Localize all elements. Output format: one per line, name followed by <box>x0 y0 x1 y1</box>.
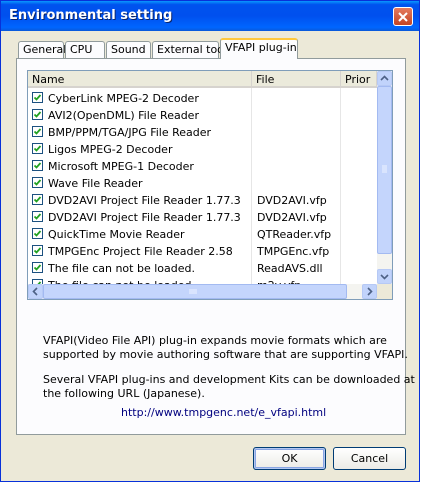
plugin-name: Wave File Reader <box>48 177 143 190</box>
scroll-left-button[interactable] <box>28 284 43 299</box>
chevron-right-icon <box>367 287 373 296</box>
checkmark-icon <box>33 230 42 237</box>
enabled-checkbox[interactable] <box>32 92 43 103</box>
checkmark-icon <box>33 213 42 220</box>
list-item[interactable]: TMPGEnc Project File Reader 2.58 TMPGEnc.… <box>28 243 378 260</box>
description-line: VFAPI(Video File API) plug-in expands mo… <box>43 334 387 347</box>
plugin-name: AVI2(OpenDML) File Reader <box>48 109 199 122</box>
vfapi-url-link[interactable]: http://www.tmpgenc.net/e_vfapi.html <box>121 406 326 419</box>
chevron-left-icon <box>32 287 38 296</box>
enabled-checkbox[interactable] <box>32 194 43 205</box>
window-title: Environmental setting <box>9 8 173 23</box>
plugin-file: QTReader.vfp <box>257 228 332 241</box>
horizontal-scroll-thumb[interactable] <box>43 284 347 299</box>
enabled-checkbox[interactable] <box>32 143 43 154</box>
chevron-up-icon <box>380 75 389 81</box>
column-header-name[interactable]: Name <box>28 71 252 88</box>
checkmark-icon <box>33 264 42 271</box>
checkmark-icon <box>33 162 42 169</box>
list-item[interactable]: CyberLink MPEG-2 Decoder <box>28 90 378 107</box>
description-line: Several VFAPI plug-ins and development K… <box>43 373 415 386</box>
enabled-checkbox[interactable] <box>32 211 43 222</box>
title-bar[interactable]: Environmental setting <box>1 1 419 31</box>
close-button[interactable] <box>393 7 413 26</box>
plugin-name: BMP/PPM/TGA/JPG File Reader <box>48 126 212 139</box>
checkmark-icon <box>33 111 42 118</box>
scroll-down-button[interactable] <box>377 269 392 284</box>
plugin-name: QuickTime Movie Reader <box>48 228 185 241</box>
column-header-file[interactable]: File <box>252 71 341 88</box>
close-icon <box>398 12 408 22</box>
enabled-checkbox[interactable] <box>32 245 43 256</box>
grip-icon <box>189 289 197 294</box>
list-item[interactable]: Microsoft MPEG-1 Decoder <box>28 158 378 175</box>
plugin-name: The file can not be loaded. <box>48 262 195 275</box>
list-item[interactable]: Ligos MPEG-2 Decoder <box>28 141 378 158</box>
checkmark-icon <box>33 128 42 135</box>
plugin-file: DVD2AVI.vfp <box>257 211 327 224</box>
list-item[interactable]: Wave File Reader <box>28 175 378 192</box>
tab-cpu[interactable]: CPU <box>65 41 105 59</box>
tab-vfapi-plugin[interactable]: VFAPI plug-in <box>220 38 298 59</box>
plugin-name: DVD2AVI Project File Reader 1.77.3 <box>48 194 241 207</box>
plugin-name: Microsoft MPEG-1 Decoder <box>48 160 194 173</box>
plugin-name: CyberLink MPEG-2 Decoder <box>48 92 199 105</box>
enabled-checkbox[interactable] <box>32 126 43 137</box>
description-line: the following URL (Japanese). <box>43 387 205 400</box>
cancel-button[interactable]: Cancel <box>333 447 406 470</box>
checkmark-icon <box>33 196 42 203</box>
grip-icon <box>382 165 387 173</box>
list-item[interactable]: QuickTime Movie Reader QTReader.vfp <box>28 226 378 243</box>
plugin-name: DVD2AVI Project File Reader 1.77.3 <box>48 211 241 224</box>
tab-external-tool[interactable]: External tool <box>152 41 227 59</box>
checkmark-icon <box>33 179 42 186</box>
tab-sound[interactable]: Sound <box>106 41 151 59</box>
scroll-up-button[interactable] <box>377 71 392 86</box>
list-item[interactable]: DVD2AVI Project File Reader 1.77.3 DVD2AV… <box>28 209 378 226</box>
list-item[interactable]: BMP/PPM/TGA/JPG File Reader <box>28 124 378 141</box>
scroll-corner <box>377 284 392 299</box>
enabled-checkbox[interactable] <box>32 177 43 188</box>
plugin-file: ReadAVS.dll <box>257 262 323 275</box>
checkmark-icon <box>33 94 42 101</box>
plugin-name: Ligos MPEG-2 Decoder <box>48 143 173 156</box>
vertical-scrollbar[interactable] <box>377 71 392 284</box>
scroll-right-button[interactable] <box>362 284 377 299</box>
checkmark-icon <box>33 145 42 152</box>
list-item[interactable]: AVI2(OpenDML) File Reader <box>28 107 378 124</box>
checkmark-icon <box>33 247 42 254</box>
description-line: supported by movie authoring software th… <box>43 348 408 361</box>
ok-button[interactable]: OK <box>253 447 326 470</box>
enabled-checkbox[interactable] <box>32 228 43 239</box>
plugin-file: TMPGEnc.vfp <box>257 245 330 258</box>
column-header-priority[interactable]: Prior <box>341 71 377 88</box>
enabled-checkbox[interactable] <box>32 160 43 171</box>
horizontal-scrollbar[interactable] <box>28 284 377 299</box>
plugin-list[interactable]: Name File Prior CyberLink MPEG-2 Decoder… <box>27 70 393 300</box>
chevron-down-icon <box>380 274 389 280</box>
plugin-file: DVD2AVI.vfp <box>257 194 327 207</box>
enabled-checkbox[interactable] <box>32 109 43 120</box>
plugin-name: TMPGEnc Project File Reader 2.58 <box>48 245 233 258</box>
tab-general[interactable]: General <box>18 41 66 59</box>
list-item[interactable]: DVD2AVI Project File Reader 1.77.3 DVD2AV… <box>28 192 378 209</box>
enabled-checkbox[interactable] <box>32 262 43 273</box>
list-item[interactable]: The file can not be loaded. ReadAVS.dll <box>28 260 378 277</box>
vertical-scroll-thumb[interactable] <box>377 86 392 254</box>
